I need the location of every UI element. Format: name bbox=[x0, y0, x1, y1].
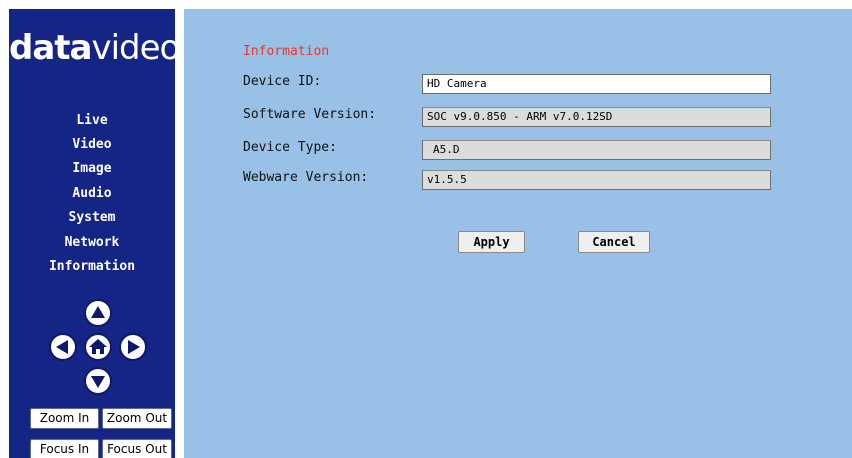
webware-version-label: Webware Version: bbox=[243, 170, 369, 185]
zoom-out-button[interactable]: Zoom Out bbox=[102, 408, 172, 429]
zoom-in-button[interactable]: Zoom In bbox=[30, 408, 99, 429]
main-panel: Information Device ID: HD Camera Softwar… bbox=[184, 9, 852, 458]
pan-up-button[interactable] bbox=[84, 299, 112, 327]
datavideo-logo: datavideo bbox=[9, 31, 175, 65]
software-version-label: Software Version: bbox=[243, 107, 377, 122]
device-id-input[interactable]: HD Camera bbox=[422, 74, 771, 94]
page-title: Information bbox=[243, 44, 330, 59]
pan-right-button[interactable] bbox=[119, 333, 147, 361]
focus-in-button[interactable]: Focus In bbox=[30, 439, 99, 458]
software-version-field: SOC v9.0.850 - ARM v7.0.12SD bbox=[422, 107, 771, 127]
home-icon bbox=[89, 339, 107, 354]
sidebar-item-image[interactable]: Image bbox=[9, 161, 175, 177]
device-id-label: Device ID: bbox=[243, 74, 322, 89]
arrow-down-icon bbox=[91, 376, 105, 388]
sidebar: datavideo Live Video Image Audio System … bbox=[9, 9, 175, 458]
home-button[interactable] bbox=[84, 333, 112, 361]
cancel-button[interactable]: Cancel bbox=[578, 231, 650, 253]
arrow-left-icon bbox=[56, 340, 68, 354]
sidebar-item-live[interactable]: Live bbox=[9, 113, 175, 129]
sidebar-item-network[interactable]: Network bbox=[9, 235, 175, 251]
focus-out-button[interactable]: Focus Out bbox=[102, 439, 172, 458]
logo-text-bold: data bbox=[9, 28, 92, 68]
webware-version-field: v1.5.5 bbox=[422, 170, 771, 190]
device-type-label: Device Type: bbox=[243, 140, 337, 155]
sidebar-item-audio[interactable]: Audio bbox=[9, 186, 175, 202]
pan-left-button[interactable] bbox=[49, 333, 77, 361]
sidebar-item-system[interactable]: System bbox=[9, 210, 175, 226]
arrow-right-icon bbox=[128, 340, 140, 354]
tilt-down-button[interactable] bbox=[84, 367, 112, 395]
arrow-up-icon bbox=[91, 306, 105, 318]
device-type-field: A5.D bbox=[422, 140, 771, 160]
sidebar-item-video[interactable]: Video bbox=[9, 137, 175, 153]
sidebar-item-information[interactable]: Information bbox=[9, 259, 175, 275]
apply-button[interactable]: Apply bbox=[458, 231, 525, 253]
logo-text-thin: video bbox=[91, 28, 175, 68]
